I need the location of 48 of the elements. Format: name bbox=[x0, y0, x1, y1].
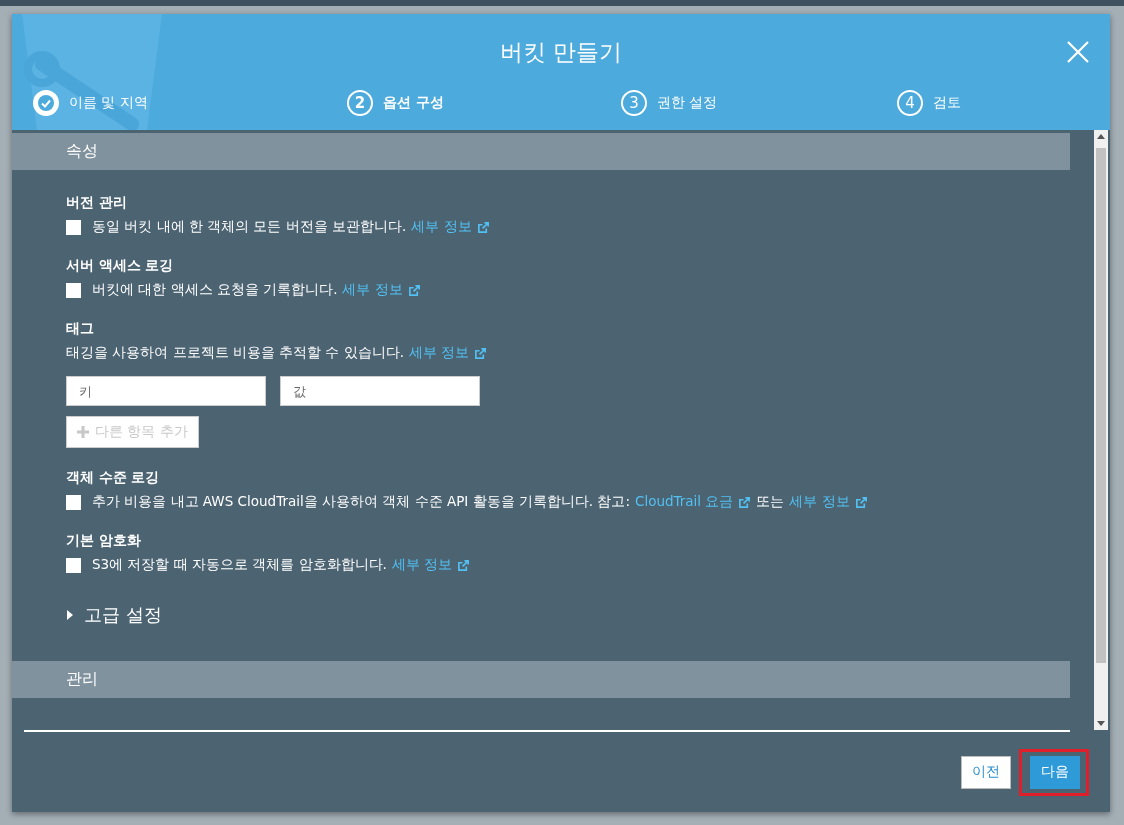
plus-icon bbox=[77, 426, 89, 438]
description-text: 동일 버킷 내에 한 객체의 모든 버전을 보관합니다. bbox=[92, 218, 407, 236]
scrollbar[interactable] bbox=[1094, 130, 1108, 730]
checkbox[interactable] bbox=[66, 219, 81, 235]
tag-value-field[interactable]: 값 bbox=[280, 376, 480, 406]
description-text: S3에 저장할 때 자동으로 객체를 암호화합니다. bbox=[92, 556, 387, 574]
checkbox[interactable] bbox=[66, 557, 81, 573]
caret-icon bbox=[66, 610, 74, 620]
external-link-icon bbox=[407, 283, 421, 297]
option-title: 서버 액세스 로깅 bbox=[66, 257, 175, 275]
learn-more-link[interactable]: 세부 정보 bbox=[409, 344, 488, 362]
external-link-icon bbox=[738, 495, 752, 509]
next-button[interactable]: 다음 bbox=[1030, 755, 1080, 789]
previous-button[interactable]: 이전 bbox=[961, 755, 1011, 789]
external-link-icon bbox=[854, 495, 868, 509]
external-link-icon bbox=[457, 558, 471, 572]
scroll-up-icon[interactable] bbox=[1097, 134, 1105, 139]
step-label: 옵션 구성 bbox=[383, 94, 444, 112]
scroll-down-icon[interactable] bbox=[1097, 721, 1105, 726]
step-number: 4 bbox=[897, 90, 923, 116]
step-label: 이름 및 지역 bbox=[69, 94, 148, 112]
learn-more-link[interactable]: 세부 정보 bbox=[342, 281, 421, 299]
checkbox[interactable] bbox=[66, 494, 81, 510]
section-header: 속성 bbox=[12, 133, 1070, 170]
advanced-settings-toggle[interactable]: 고급 설정 bbox=[66, 603, 162, 627]
option-title: 태그 bbox=[66, 320, 95, 338]
learn-more-link[interactable]: 세부 정보 bbox=[391, 556, 471, 574]
description-text: 또는 bbox=[756, 493, 785, 511]
option-title: 기본 암호화 bbox=[66, 532, 142, 550]
description-text: 추가 비용을 내고 AWS CloudTrail을 사용하여 객체 수준 API 활동을 기록합니다. 참고: bbox=[92, 493, 630, 511]
dialog-title: 버킷 만들기 bbox=[499, 37, 623, 67]
option-title: 객체 수준 로깅 bbox=[66, 469, 161, 487]
step-label: 권한 설정 bbox=[657, 94, 718, 112]
external-link-icon bbox=[474, 346, 488, 360]
learn-more-link[interactable]: 세부 정보 bbox=[411, 218, 490, 236]
description-text: 태깅을 사용하여 프로젝트 비용을 추적할 수 있습니다. bbox=[66, 344, 405, 362]
step-label: 검토 bbox=[933, 94, 961, 112]
close-icon[interactable] bbox=[1066, 40, 1090, 64]
section-header: 관리 bbox=[12, 661, 1070, 698]
learn-more-link[interactable]: 세부 정보 bbox=[789, 493, 868, 511]
tag-key-field[interactable]: 키 bbox=[66, 376, 266, 406]
description-text: 버킷에 대한 액세스 요청을 기록합니다. bbox=[92, 281, 338, 299]
learn-more-link[interactable]: CloudTrail 요금 bbox=[634, 493, 752, 511]
step-number: 2 bbox=[347, 90, 373, 116]
checkbox[interactable] bbox=[66, 282, 81, 298]
option-title: 버전 관리 bbox=[66, 194, 128, 212]
step-number: 3 bbox=[621, 90, 647, 116]
external-link-icon bbox=[476, 220, 490, 234]
